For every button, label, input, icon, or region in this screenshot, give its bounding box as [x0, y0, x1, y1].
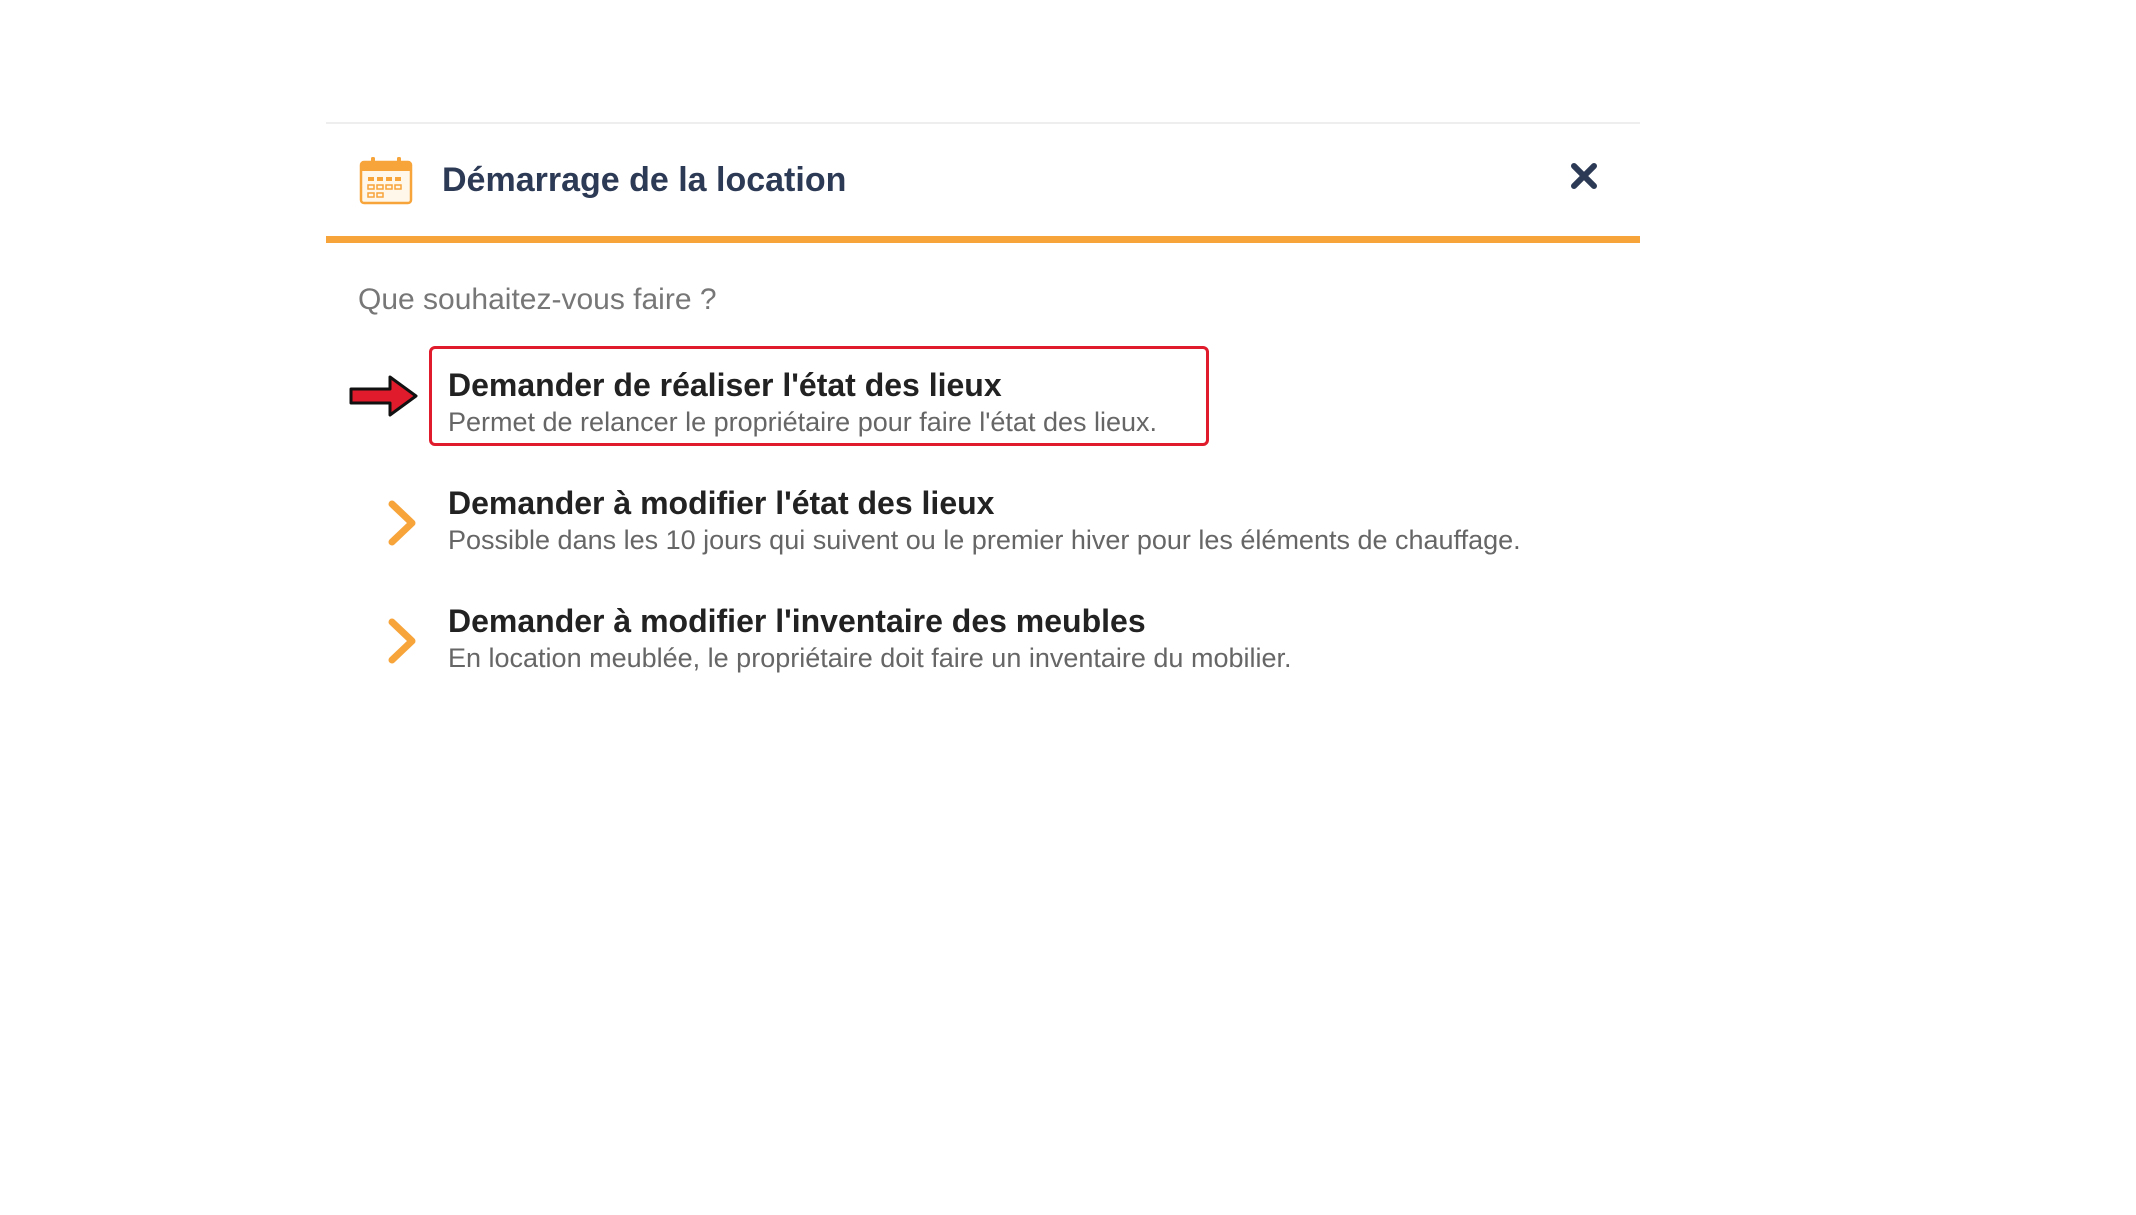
option-title: Demander à modifier l'inventaire des meu…: [448, 603, 1146, 639]
annotation-arrow-icon: [348, 372, 420, 420]
option-modify-furniture-inventory[interactable]: Demander à modifier l'inventaire des meu…: [326, 594, 1640, 690]
highlight-box: [429, 346, 1209, 446]
close-button[interactable]: [1564, 156, 1604, 196]
option-description: Possible dans les 10 jours qui suivent o…: [448, 525, 1521, 555]
chevron-right-icon: [386, 500, 418, 546]
prompt-text: Que souhaitez-vous faire ?: [358, 283, 717, 316]
option-modify-inspection[interactable]: Demander à modifier l'état des lieux Pos…: [326, 476, 1640, 572]
dialog-header: Démarrage de la location: [326, 124, 1640, 238]
calendar-icon: [358, 156, 414, 206]
close-icon[interactable]: [1564, 156, 1604, 196]
rental-start-dialog: Démarrage de la location Que souhaitez-v…: [326, 122, 1640, 682]
chevron-right-icon: [386, 618, 418, 664]
option-description: En location meublée, le propriétaire doi…: [448, 643, 1292, 673]
dialog-title: Démarrage de la location: [442, 161, 847, 199]
header-accent-divider: [326, 236, 1640, 243]
option-title: Demander à modifier l'état des lieux: [448, 485, 995, 521]
